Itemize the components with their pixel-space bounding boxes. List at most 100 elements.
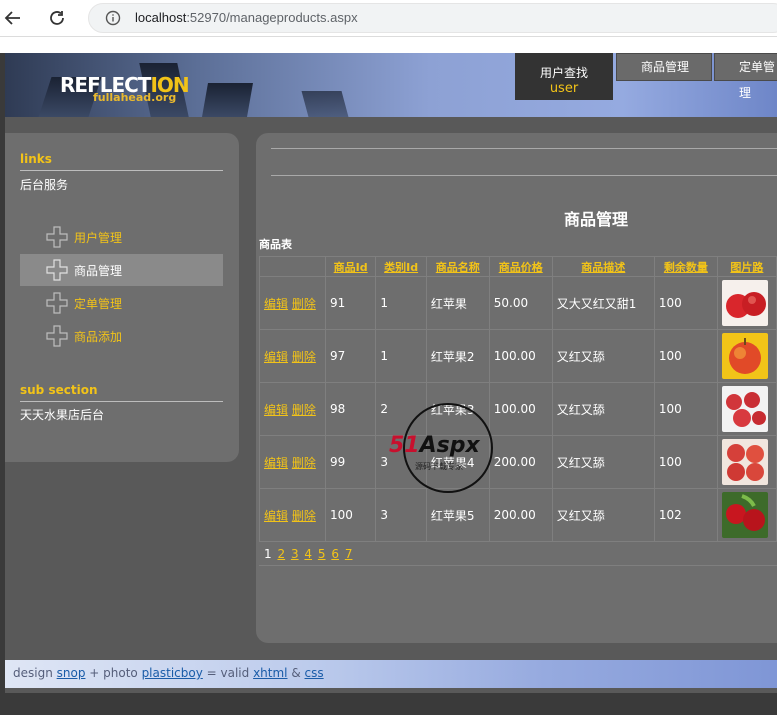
cell-product-id: 99 (324, 435, 377, 489)
user-name: user (549, 81, 579, 96)
tab-order-management[interactable]: 定单管理 (714, 53, 777, 100)
table-row: 编辑 删除 98 2 红苹果3 100.00 又红又舔 100 (259, 382, 777, 436)
column-header-image-path[interactable]: 图片路 (716, 256, 777, 277)
cell-quantity: 102 (653, 488, 718, 542)
edit-link[interactable]: 编辑 (264, 456, 288, 470)
page-link[interactable]: 5 (318, 547, 326, 561)
edit-link[interactable]: 编辑 (264, 509, 288, 523)
apple-image (721, 492, 768, 538)
apple-image (721, 386, 768, 432)
main-content: 商品管理 商品表 商品Id 类别Id 商品名称 商品价格 商品描述 剩余数量 图… (256, 133, 777, 643)
user-box[interactable]: 用户查找 user (515, 53, 613, 100)
cell-product-name: 红苹果 (425, 276, 490, 330)
sidebar: links 后台服务 用户管理 商品管理 定单管理 商品添加 sub secti… (5, 133, 239, 462)
reload-icon (50, 11, 64, 25)
cell-price: 200.00 (488, 488, 553, 542)
footer-text: = valid (202, 666, 254, 680)
column-header-product-id[interactable]: 商品Id (324, 256, 377, 277)
cell-quantity: 100 (653, 382, 718, 436)
edit-link[interactable]: 编辑 (264, 403, 288, 417)
column-header-description[interactable]: 商品描述 (551, 256, 655, 277)
header-photo-building (301, 91, 349, 117)
reload-button[interactable] (44, 5, 70, 31)
delete-link[interactable]: 删除 (292, 403, 316, 417)
site-header: REFLECTION fullahead.org 用户查找 user 商品管理 … (5, 53, 777, 117)
delete-link[interactable]: 删除 (292, 509, 316, 523)
page-link[interactable]: 7 (345, 547, 353, 561)
cell-category-id: 1 (375, 276, 427, 330)
plus-icon (46, 292, 68, 314)
table-caption: 商品表 (259, 238, 292, 251)
row-actions: 编辑 删除 (259, 435, 326, 489)
cell-quantity: 100 (653, 329, 718, 383)
sidebar-item-user-management[interactable]: 用户管理 (20, 221, 223, 253)
footer-credits: design snop + photo plasticboy = valid x… (13, 666, 324, 680)
footer-link-css[interactable]: css (305, 666, 324, 680)
sidebar-item-label: 用户管理 (74, 231, 123, 245)
cell-product-id: 91 (324, 276, 377, 330)
sidebar-item-label: 商品添加 (74, 330, 123, 344)
cell-product-id: 98 (324, 382, 377, 436)
table-row: 编辑 删除 100 3 红苹果5 200.00 又红又舔 102 (259, 488, 777, 542)
footer-link-snop[interactable]: snop (57, 666, 86, 680)
cell-image (716, 329, 777, 383)
url-host: localhost (135, 10, 187, 25)
column-header-quantity[interactable]: 剩余数量 (653, 256, 718, 277)
delete-link[interactable]: 删除 (292, 297, 316, 311)
table-row: 编辑 删除 91 1 红苹果 50.00 又大又红又甜1 100 (259, 276, 777, 330)
user-search-label: 用户查找 (539, 66, 588, 80)
page-link[interactable]: 3 (291, 547, 299, 561)
current-page: 1 (264, 547, 272, 561)
row-actions: 编辑 删除 (259, 488, 326, 542)
cell-description: 又大又红又甜1 (551, 276, 655, 330)
divider (20, 401, 223, 402)
edit-link[interactable]: 编辑 (264, 297, 288, 311)
footer-link-plasticboy[interactable]: plasticboy (142, 666, 203, 680)
tab-product-management[interactable]: 商品管理 (616, 53, 712, 81)
table-row: 编辑 删除 97 1 红苹果2 100.00 又红又舔 100 (259, 329, 777, 383)
delete-link[interactable]: 删除 (292, 350, 316, 364)
sidebar-item-label: 商品管理 (74, 264, 123, 278)
page-link[interactable]: 4 (304, 547, 312, 561)
cell-product-id: 97 (324, 329, 377, 383)
sidebar-item-order-management[interactable]: 定单管理 (20, 287, 223, 319)
footer-text: design (13, 666, 57, 680)
row-actions: 编辑 删除 (259, 329, 326, 383)
back-arrow-icon (4, 11, 20, 25)
cell-description: 又红又舔 (551, 435, 655, 489)
watermark-brand-b: Aspx (419, 433, 480, 458)
cell-description: 又红又舔 (551, 382, 655, 436)
back-button[interactable] (0, 5, 26, 31)
table-header-row: 商品Id 类别Id 商品名称 商品价格 商品描述 剩余数量 图片路 (259, 256, 777, 277)
site-container: REFLECTION fullahead.org 用户查找 user 商品管理 … (5, 53, 777, 693)
column-header-category-id[interactable]: 类别Id (375, 256, 427, 277)
cell-category-id: 1 (375, 329, 427, 383)
footer-text: + photo (85, 666, 142, 680)
plus-icon (46, 259, 68, 281)
address-bar[interactable]: localhost:52970/manageproducts.aspx (88, 3, 777, 33)
site-footer: design snop + photo plasticboy = valid x… (5, 660, 777, 688)
cell-price: 100.00 (488, 329, 553, 383)
footer-link-xhtml[interactable]: xhtml (253, 666, 287, 680)
links-text: 后台服务 (20, 178, 69, 192)
watermark-brand: 51Aspx (389, 433, 480, 458)
cell-price: 50.00 (488, 276, 553, 330)
edit-link[interactable]: 编辑 (264, 350, 288, 364)
column-header-price[interactable]: 商品价格 (488, 256, 553, 277)
sidebar-item-label: 定单管理 (74, 297, 123, 311)
sidebar-item-add-product[interactable]: 商品添加 (20, 320, 223, 352)
cell-category-id: 3 (375, 488, 427, 542)
sidebar-item-product-management[interactable]: 商品管理 (20, 254, 223, 286)
products-table: 商品Id 类别Id 商品名称 商品价格 商品描述 剩余数量 图片路 编辑 删除 … (259, 256, 777, 542)
page-link[interactable]: 2 (277, 547, 285, 561)
watermark-subtitle: 源码下载专家 (415, 462, 463, 471)
apple-image (721, 280, 768, 326)
footer-text: & (287, 666, 305, 680)
pagination: 1 2 3 4 5 6 7 (264, 547, 352, 561)
delete-link[interactable]: 删除 (292, 456, 316, 470)
column-header-product-name[interactable]: 商品名称 (425, 256, 490, 277)
cell-image (716, 435, 777, 489)
page-link[interactable]: 6 (331, 547, 339, 561)
watermark-logo: 51Aspx 源码下载专家 (389, 403, 493, 493)
cell-description: 又红又舔 (551, 488, 655, 542)
